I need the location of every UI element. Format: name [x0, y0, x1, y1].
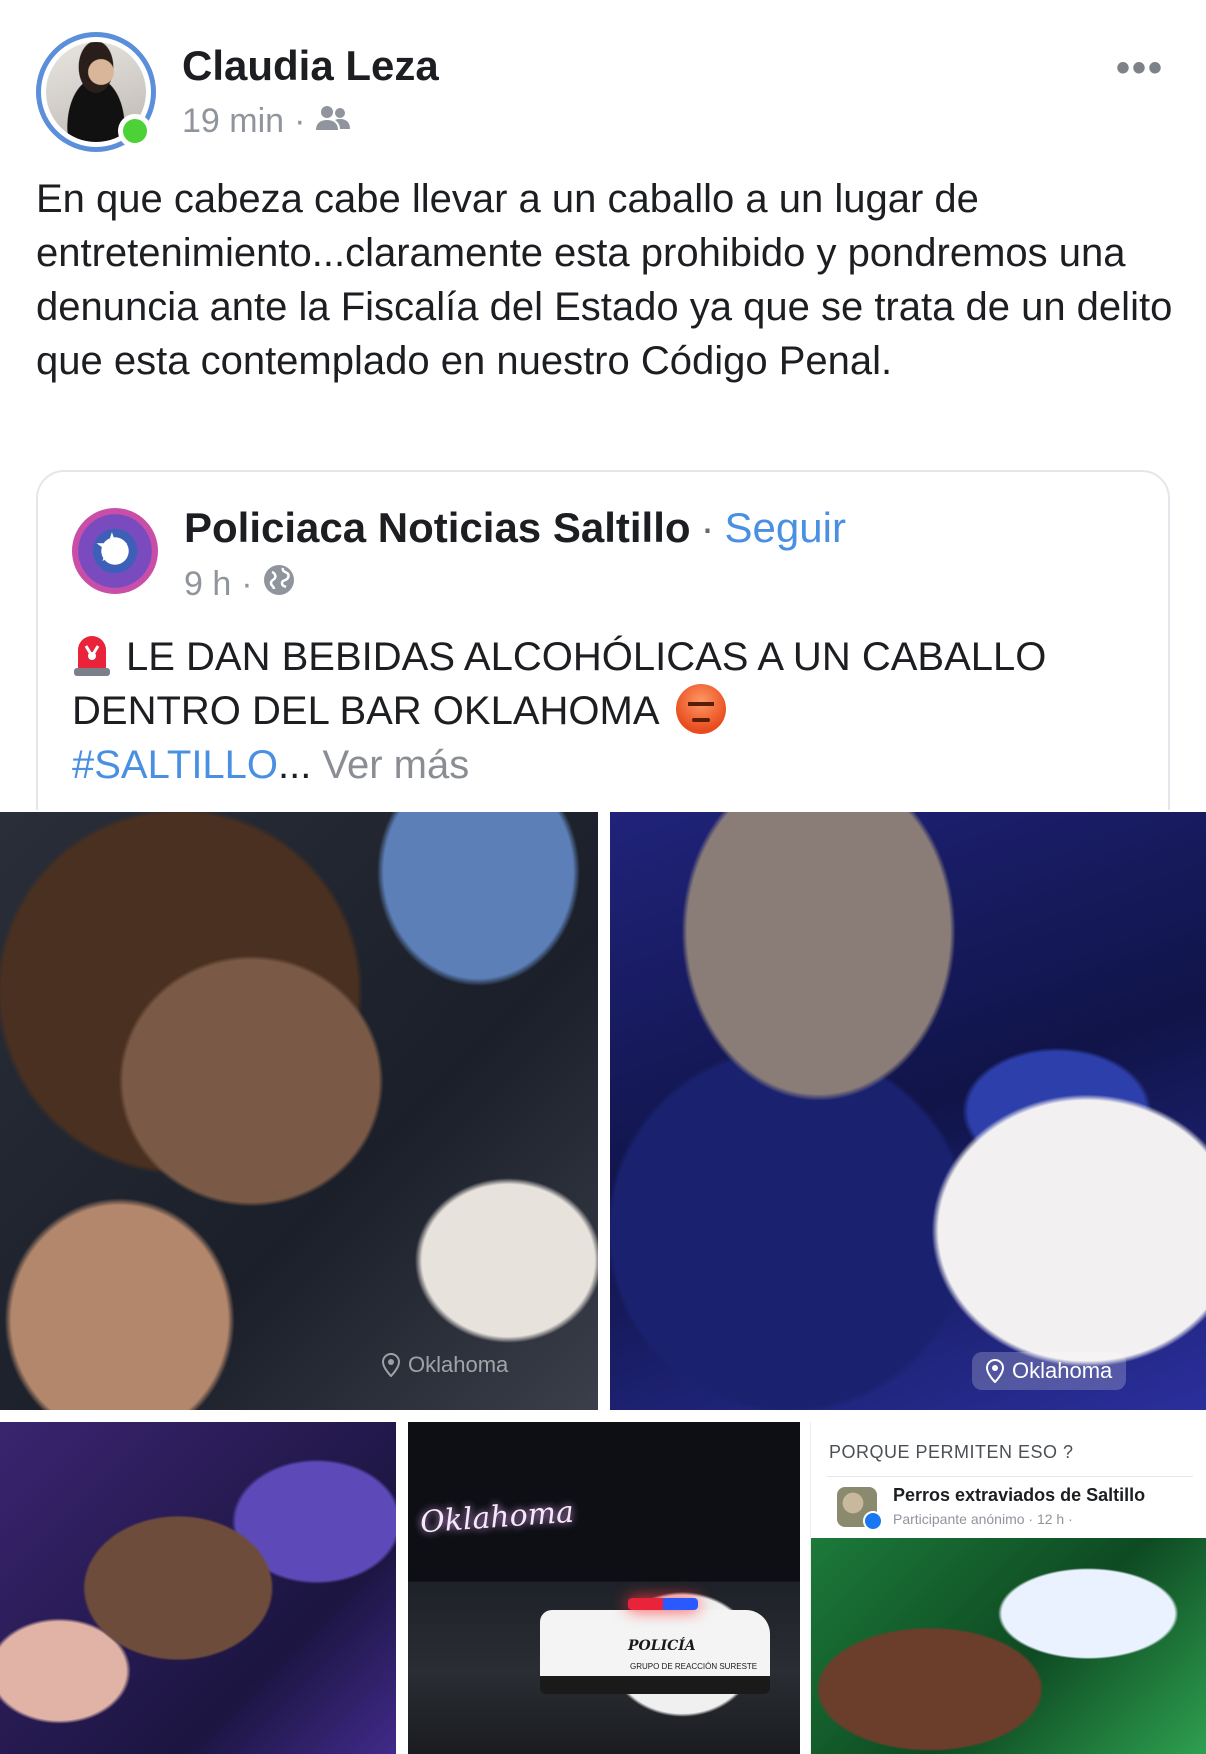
- anonymous-badge-icon: [863, 1511, 883, 1531]
- location-tag-label: Oklahoma: [1012, 1358, 1113, 1383]
- online-status-indicator: [118, 114, 152, 148]
- police-car-sublabel: GRUPO DE REACCIÓN SURESTE: [630, 1662, 758, 1671]
- bar-neon-sign: Oklahoma: [418, 1494, 576, 1541]
- author-name[interactable]: Claudia Leza: [182, 42, 439, 90]
- police-badge-icon: ★: [94, 526, 130, 570]
- group-name: Perros extraviados de Saltillo: [893, 1485, 1146, 1505]
- shared-headline: LE DAN BEBIDAS ALCOHÓLICAS A UN CABALLO …: [72, 635, 1047, 733]
- photo-bar-exterior[interactable]: Oklahoma POLICÍA GRUPO DE REACCIÓN SURES…: [408, 1422, 800, 1754]
- post-time[interactable]: 19 min: [182, 102, 284, 141]
- photo-shared-screenshot[interactable]: PORQUE PERMITEN ESO ? Perros extraviados…: [810, 1422, 1206, 1754]
- text-ellipsis: ...: [278, 743, 312, 787]
- group-meta: Participante anónimo · 12 h ·: [893, 1511, 1073, 1527]
- see-more-link[interactable]: Ver más: [323, 743, 470, 787]
- angry-face-emoji-icon: [675, 684, 726, 734]
- shared-page-header: Policiaca Noticias Saltillo · Seguir: [184, 504, 846, 552]
- photo-horse-bar-3[interactable]: [0, 1422, 396, 1754]
- location-tag: Oklahoma: [368, 1346, 522, 1384]
- page-name[interactable]: Policiaca Noticias Saltillo: [184, 504, 691, 552]
- location-pin-icon: [986, 1359, 1004, 1383]
- name-separator: ·: [700, 504, 715, 551]
- friends-icon: [315, 102, 351, 141]
- screenshot-group-row: Perros extraviados de Saltillo Participa…: [827, 1476, 1193, 1534]
- shared-meta-separator: ·: [241, 565, 253, 603]
- location-pin-icon: [382, 1353, 400, 1377]
- police-car-label: POLICÍA: [628, 1638, 696, 1654]
- screenshot-question: PORQUE PERMITEN ESO ?: [829, 1442, 1074, 1462]
- post-meta: 19 min ·: [182, 102, 351, 141]
- location-tag: Oklahoma: [972, 1352, 1127, 1390]
- photo-horse-bar-2[interactable]: Oklahoma: [610, 812, 1206, 1410]
- photo-horse-bar-1[interactable]: Oklahoma: [0, 812, 598, 1410]
- globe-icon: [263, 564, 295, 605]
- shared-post-time[interactable]: 9 h: [184, 565, 231, 604]
- follow-button[interactable]: Seguir: [725, 504, 846, 552]
- screenshot-horse-photo: [811, 1538, 1206, 1754]
- page-avatar[interactable]: ★: [72, 508, 158, 594]
- hashtag-link[interactable]: #SALTILLO: [72, 743, 278, 787]
- shared-post-card[interactable]: ★ Policiaca Noticias Saltillo · Seguir 9…: [36, 470, 1170, 810]
- meta-separator: ·: [294, 102, 306, 140]
- location-tag-label: Oklahoma: [408, 1352, 509, 1377]
- siren-emoji-icon: [72, 632, 112, 676]
- post-text: En que cabeza cabe llevar a un caballo a…: [36, 177, 1173, 383]
- shared-post-text: LE DAN BEBIDAS ALCOHÓLICAS A UN CABALLO …: [72, 630, 1142, 792]
- more-options-icon[interactable]: •••: [1116, 46, 1164, 91]
- police-lights: [628, 1598, 698, 1610]
- shared-post-meta: 9 h ·: [184, 564, 295, 605]
